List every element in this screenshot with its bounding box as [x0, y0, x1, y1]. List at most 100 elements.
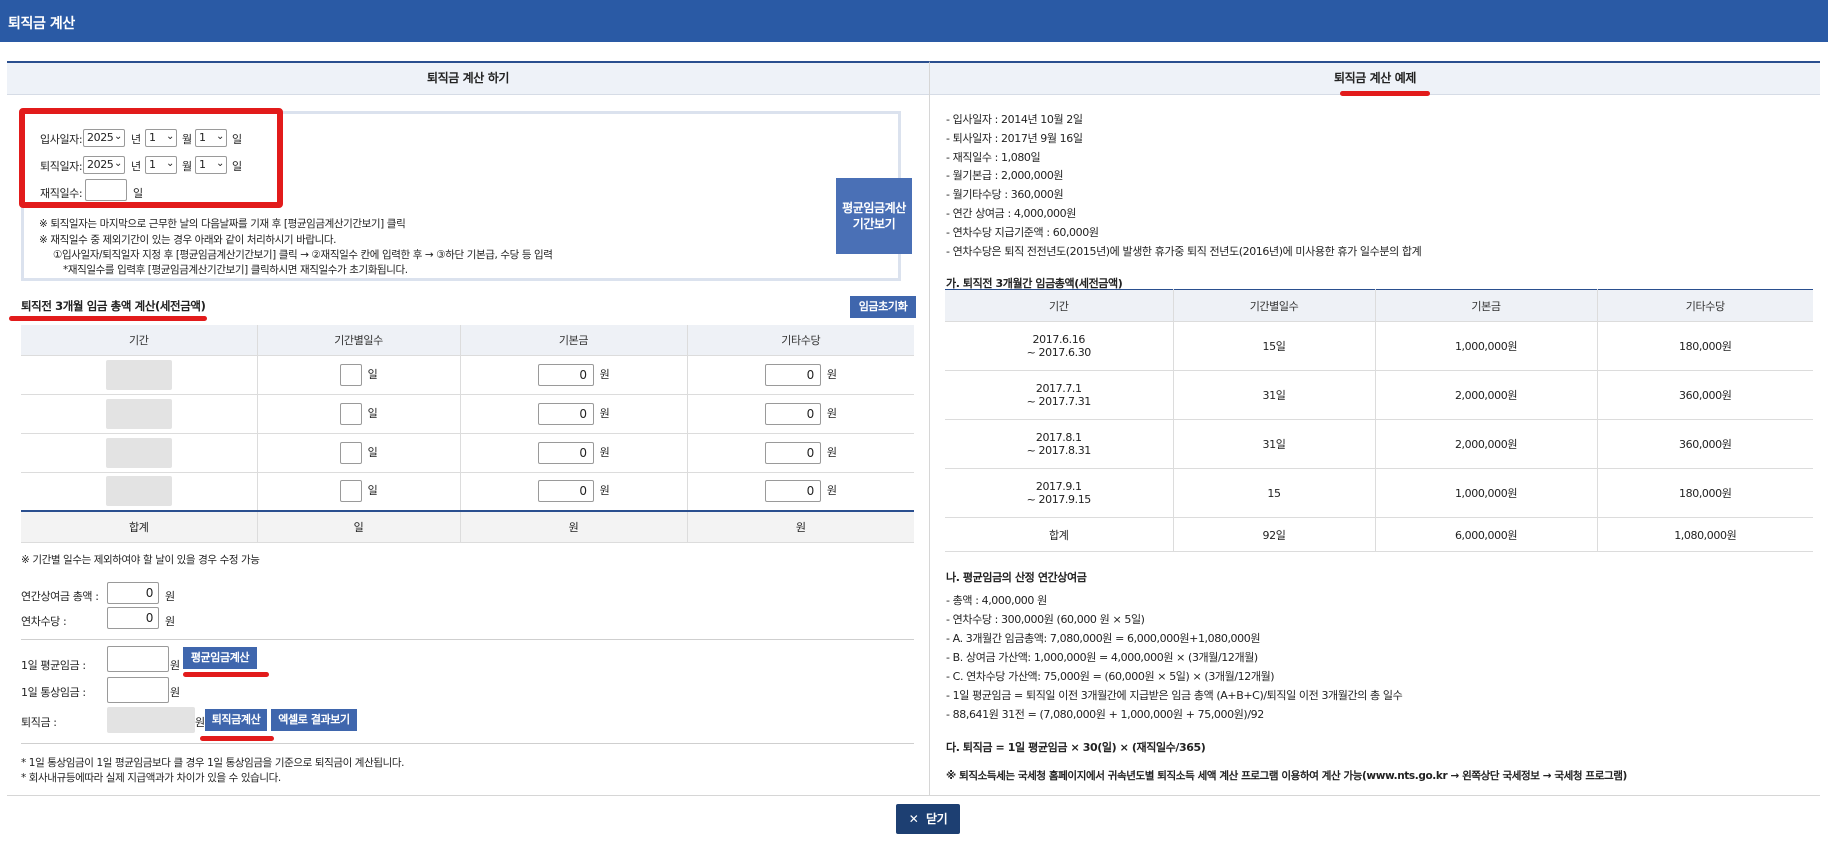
chevron-down-icon: ⌄	[216, 158, 224, 169]
work-days-label: 재직일수:	[40, 187, 83, 200]
other-pay-input[interactable]: 0	[764, 363, 821, 386]
calc-line: - A. 3개월간 임금총액: 7,080,000원 = 6,000,000원+…	[946, 632, 1261, 645]
days-input[interactable]	[339, 480, 362, 503]
won-unit: 원	[599, 445, 610, 459]
info-line: - 월기본급 : 2,000,000원	[946, 169, 1064, 182]
won-unit: 원	[170, 659, 180, 672]
reset-wage-button[interactable]: 임금초기화	[850, 296, 916, 318]
total-label: 합계	[21, 511, 257, 543]
period-to: ~ 2017.8.31	[1026, 444, 1092, 457]
end-year-select[interactable]: 2025 ⌄	[83, 156, 125, 174]
calc-avg-wage-button[interactable]: 평균임금계산	[183, 647, 257, 669]
daily-avg-input[interactable]	[107, 646, 169, 672]
severance-output	[107, 707, 195, 733]
month-unit: 월	[182, 133, 192, 146]
close-button[interactable]: ✕ 닫기	[896, 804, 960, 834]
note-line: ①입사일자/퇴직일자 지정 후 [평균임금계산기간보기] 클릭 → ②재직일수 …	[53, 249, 553, 261]
total-base: 원	[459, 511, 687, 543]
example-panel: 퇴직금 계산 예제 - 입사일자 : 2014년 10월 2일 - 퇴사일자 :…	[929, 61, 1820, 796]
other-cell: 180,000원	[1596, 468, 1813, 518]
annual-bonus-label: 연간상여금 총액 :	[21, 590, 99, 603]
won-unit: 원	[826, 484, 837, 498]
calc-line: - B. 상여금 가산액: 1,000,000원 = 4,000,000원 × …	[946, 651, 1258, 664]
days-input[interactable]	[339, 363, 362, 386]
tax-note: ※ 퇴직소득세는 국세청 홈페이지에서 귀속년도별 퇴직소득 세액 계산 프로그…	[946, 770, 1627, 782]
other-pay-input[interactable]: 0	[764, 441, 821, 464]
days-unit: 일	[367, 484, 378, 498]
daily-ordinary-input[interactable]	[107, 677, 169, 703]
other-cell: 180,000원	[1596, 321, 1813, 371]
note-line: ※ 재직일수 중 제외기간이 있는 경우 아래와 같이 처리하시기 바랍니다.	[39, 234, 337, 246]
start-year-select[interactable]: 2025 ⌄	[83, 129, 125, 147]
base-cell: 1,000,000원	[1374, 468, 1597, 518]
work-days-input[interactable]	[85, 179, 127, 201]
period-from: 2017.8.1	[1035, 431, 1082, 444]
info-line: - 재직일수 : 1,080일	[946, 151, 1041, 164]
table-header: 기본금	[459, 325, 687, 356]
days-input[interactable]	[339, 402, 362, 425]
footnote: * 1일 통상임금이 1일 평균임금보다 클 경우 1일 통상임금을 기준으로 …	[21, 757, 405, 769]
chevron-down-icon: ⌄	[166, 158, 174, 169]
day-unit: 일	[232, 160, 242, 173]
total-other: 1,080,000원	[1596, 517, 1813, 552]
period-value	[105, 359, 172, 390]
total-days: 92일	[1172, 517, 1375, 552]
info-line: - 연차수당은 퇴직 전전년도(2015년)에 발생한 휴가중 퇴직 전년도(2…	[946, 245, 1422, 258]
table-header: 기타수당	[686, 325, 914, 356]
total-days: 일	[256, 511, 460, 543]
won-unit: 원	[165, 590, 175, 603]
work-days-unit: 일	[133, 187, 143, 200]
info-line: - 연간 상여금 : 4,000,000원	[946, 207, 1076, 220]
other-pay-input[interactable]: 0	[764, 480, 821, 503]
footnote: * 회사내규등에따라 실제 지급액과가 차이가 있을 수 있습니다.	[21, 772, 281, 784]
base-pay-input[interactable]: 0	[537, 441, 594, 464]
other-cell: 360,000원	[1596, 419, 1813, 469]
info-line: - 퇴사일자 : 2017년 9월 16일	[946, 132, 1083, 145]
severance-label: 퇴직금 :	[21, 716, 57, 729]
chevron-down-icon: ⌄	[114, 131, 122, 142]
section-b-title: 나. 평균임금의 산정 연간상여금	[946, 571, 1087, 584]
days-unit: 일	[367, 367, 378, 381]
period-value	[105, 398, 172, 429]
won-unit: 원	[195, 716, 205, 729]
base-pay-input[interactable]: 0	[537, 402, 594, 425]
table-header: 기간별일수	[1172, 289, 1375, 322]
total-label: 합계	[945, 517, 1173, 552]
calculator-panel-title: 퇴직금 계산 하기	[7, 63, 929, 95]
base-cell: 1,000,000원	[1374, 321, 1597, 371]
calc-severance-button[interactable]: 퇴직금계산	[205, 709, 267, 731]
start-day-select[interactable]: 1 ⌄	[195, 129, 227, 147]
end-day-select[interactable]: 1 ⌄	[195, 156, 227, 174]
table-header: 기본금	[1374, 289, 1597, 322]
month-unit: 월	[182, 160, 192, 173]
info-line: - 연차수당 지급기준액 : 60,000원	[946, 226, 1099, 239]
example-title-text: 퇴직금 계산 예제	[1333, 71, 1417, 85]
daily-avg-label: 1일 평균임금 :	[21, 659, 86, 672]
excel-result-button[interactable]: 엑셀로 결과보기	[271, 709, 357, 731]
days-cell: 31일	[1172, 419, 1375, 469]
calc-line: - C. 연차수당 가산액: 75,000원 = (60,000원 × 5일) …	[946, 670, 1275, 683]
period-from: 2017.9.1	[1035, 480, 1082, 493]
won-unit: 원	[826, 406, 837, 420]
period-to: ~ 2017.9.15	[1026, 493, 1092, 506]
end-month-select[interactable]: 1 ⌄	[145, 156, 177, 174]
base-pay-input[interactable]: 0	[537, 480, 594, 503]
won-unit: 원	[826, 367, 837, 381]
annual-leave-input[interactable]: 0	[107, 607, 159, 629]
annual-bonus-input[interactable]: 0	[107, 582, 159, 604]
start-month-select[interactable]: 1 ⌄	[145, 129, 177, 147]
end-date-label: 퇴직일자:	[40, 160, 83, 173]
calc-line: - 1일 평균임금 = 퇴직일 이전 3개월간에 지급받은 임금 총액 (A+B…	[946, 689, 1403, 702]
period-view-button[interactable]: 평균임금계산 기간보기	[836, 178, 912, 254]
section-title: 퇴직전 3개월 임금 총액 계산(세전금액)	[21, 299, 206, 313]
table-row: 2017.9.1 ~ 2017.9.15 15 1,000,000원 180,00…	[945, 468, 1813, 518]
base-cell: 2,000,000원	[1374, 419, 1597, 469]
divider	[21, 743, 914, 744]
window-title: 퇴직금 계산	[0, 0, 1828, 42]
period-from: 2017.6.16	[1032, 333, 1086, 346]
days-input[interactable]	[339, 441, 362, 464]
won-unit: 원	[599, 367, 610, 381]
other-pay-input[interactable]: 0	[764, 402, 821, 425]
base-pay-input[interactable]: 0	[537, 363, 594, 386]
day-unit: 일	[232, 133, 242, 146]
